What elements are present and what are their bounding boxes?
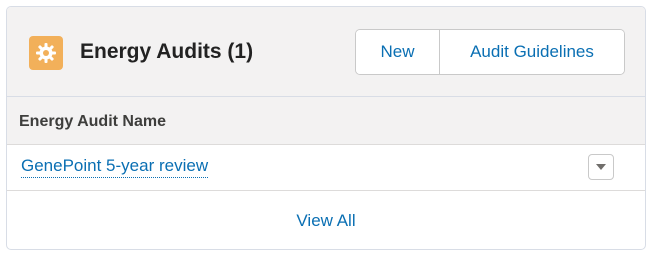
action-button-group: New Audit Guidelines	[355, 29, 625, 75]
chevron-down-icon	[596, 164, 606, 170]
card-header: Energy Audits (1) New Audit Guidelines	[7, 7, 645, 97]
table-row: GenePoint 5-year review	[7, 145, 645, 191]
card-footer: View All	[7, 191, 645, 249]
row-actions-button[interactable]	[588, 154, 614, 180]
record-link[interactable]: GenePoint 5-year review	[21, 156, 209, 178]
card-title[interactable]: Energy Audits (1)	[80, 40, 253, 64]
column-header-energy-audit-name: Energy Audit Name	[19, 113, 166, 130]
gear-icon	[29, 36, 63, 70]
new-button[interactable]: New	[356, 30, 440, 74]
table-column-header: Energy Audit Name	[7, 97, 645, 145]
view-all-link[interactable]: View All	[296, 211, 355, 231]
related-list-card: Energy Audits (1) New Audit Guidelines E…	[6, 6, 646, 250]
audit-guidelines-button[interactable]: Audit Guidelines	[440, 30, 624, 74]
